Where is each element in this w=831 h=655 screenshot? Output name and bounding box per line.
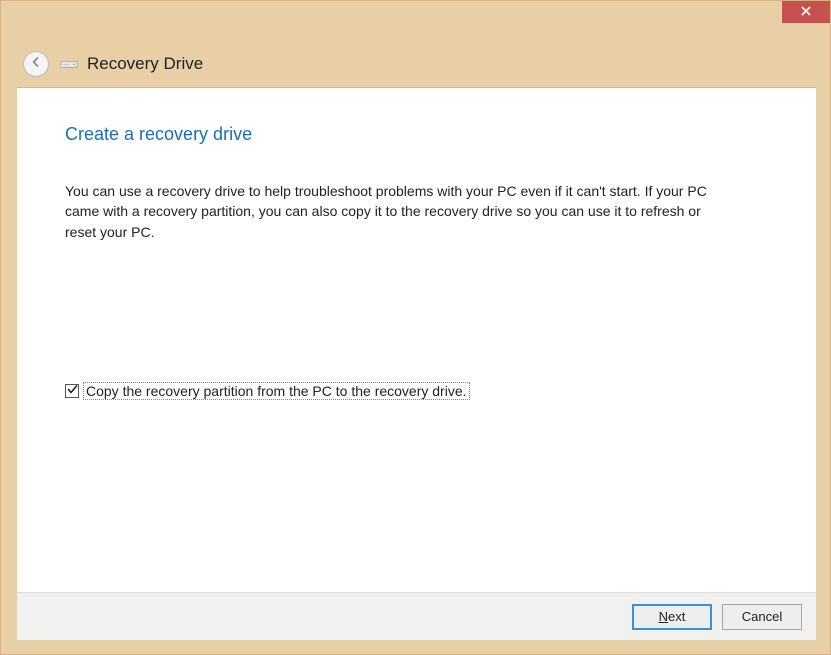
header-row: Recovery Drive: [23, 49, 808, 79]
body-text: You can use a recovery drive to help tro…: [65, 181, 725, 242]
cancel-label: Cancel: [742, 609, 782, 624]
next-button[interactable]: Next: [632, 604, 712, 630]
header-title: Recovery Drive: [87, 54, 203, 74]
next-label-suffix: ext: [668, 609, 685, 624]
copy-partition-label[interactable]: Copy the recovery partition from the PC …: [83, 382, 470, 400]
content-panel: Create a recovery drive You can use a re…: [17, 87, 816, 592]
close-icon: [801, 3, 811, 21]
window-frame: Recovery Drive Create a recovery drive Y…: [0, 0, 831, 655]
cancel-button[interactable]: Cancel: [722, 604, 802, 630]
copy-partition-checkbox[interactable]: [65, 384, 79, 398]
back-arrow-icon: [30, 55, 42, 73]
page-heading: Create a recovery drive: [65, 124, 768, 145]
button-bar: Next Cancel: [17, 592, 816, 640]
content-inner: Create a recovery drive You can use a re…: [17, 88, 816, 400]
next-mnemonic: N: [659, 609, 668, 624]
drive-icon: [59, 56, 79, 72]
back-button[interactable]: [23, 51, 49, 77]
checkbox-row: Copy the recovery partition from the PC …: [65, 382, 768, 400]
checkmark-icon: [67, 382, 78, 400]
close-button[interactable]: [782, 1, 830, 23]
